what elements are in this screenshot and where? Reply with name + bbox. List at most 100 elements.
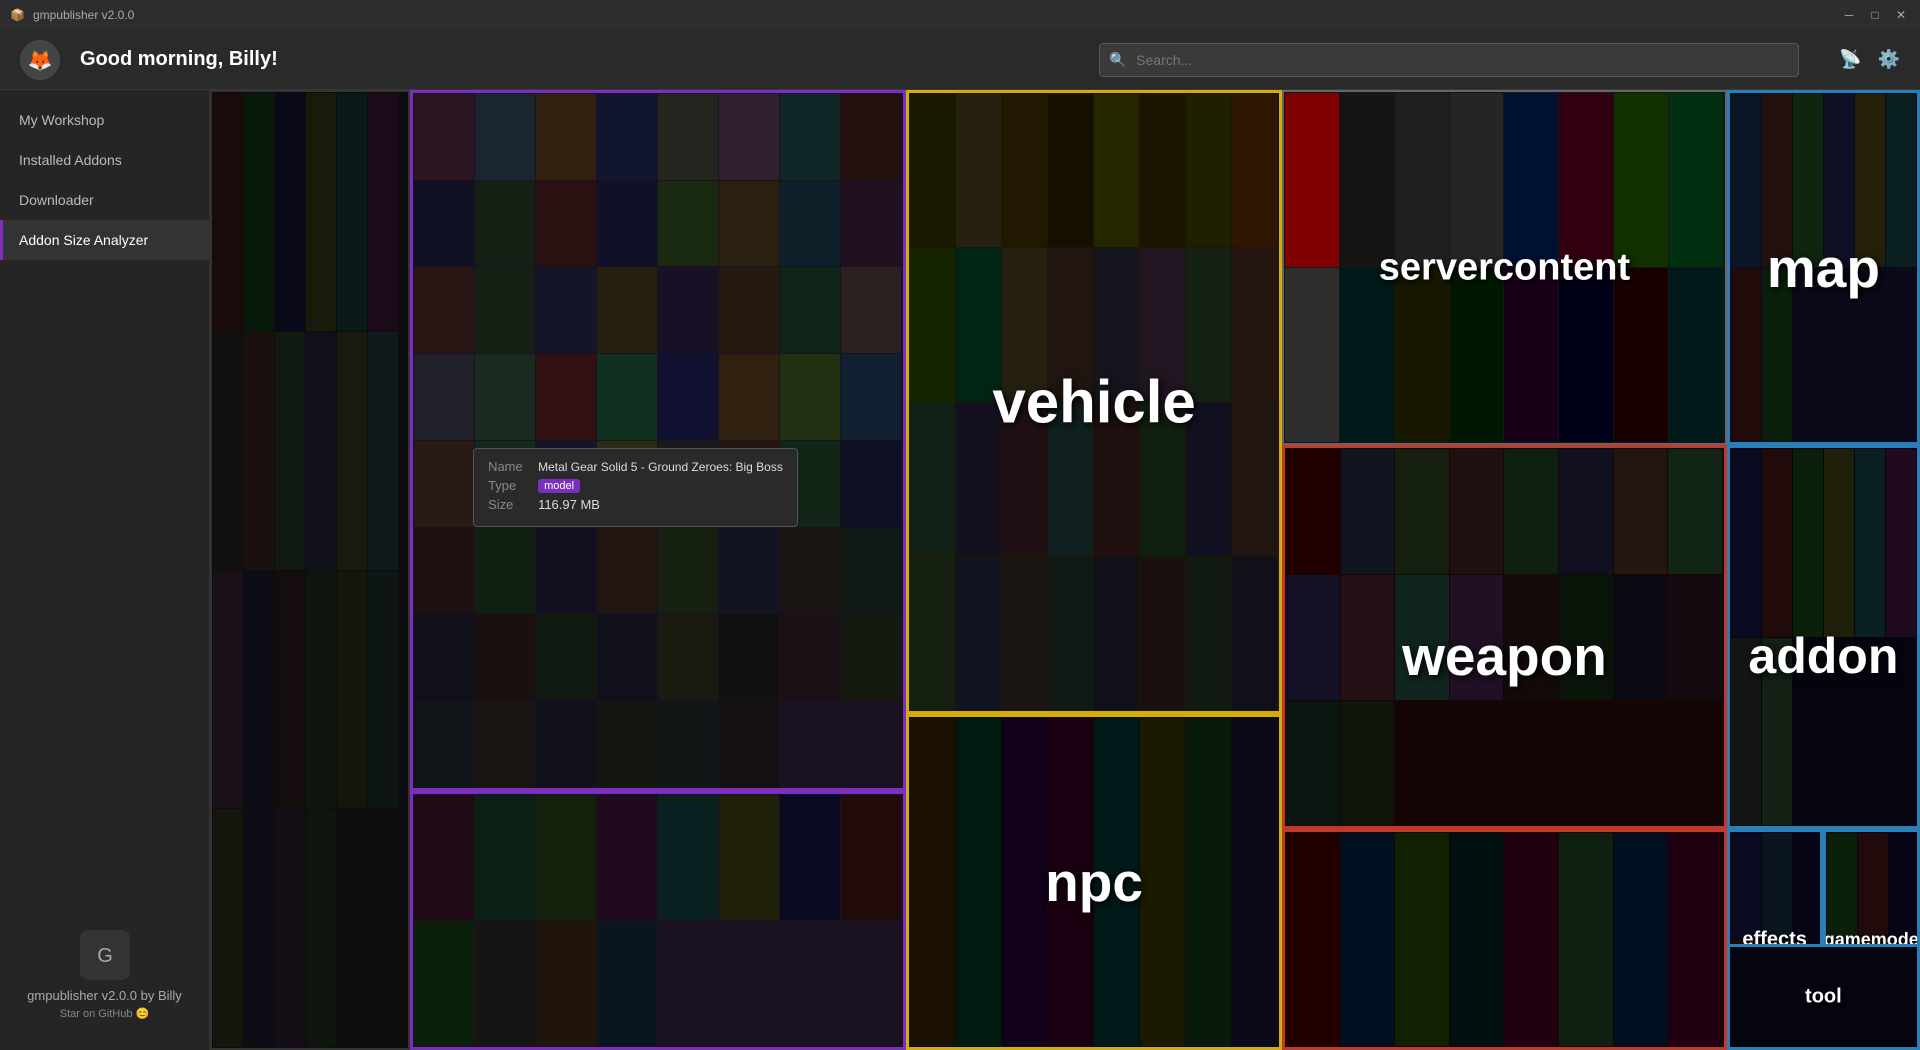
addon-thumb[interactable]	[414, 614, 474, 700]
addon-thumb[interactable]	[1286, 833, 1340, 1046]
addon-thumb[interactable]	[1762, 833, 1792, 939]
addon-thumb[interactable]	[414, 94, 474, 180]
addon-thumb[interactable]	[1793, 449, 1823, 637]
addon-thumb[interactable]	[1614, 93, 1668, 267]
addon-thumb[interactable]	[475, 614, 535, 700]
addon-thumb[interactable]	[658, 267, 718, 353]
addon-thumb[interactable]	[1002, 403, 1047, 556]
sidebar-item-installed-addons[interactable]: Installed Addons	[0, 140, 209, 180]
addon-thumb[interactable]	[780, 441, 840, 527]
addon-thumb[interactable]	[306, 571, 336, 809]
treemap-cell-tool[interactable]: tool	[1727, 944, 1920, 1050]
addon-thumb[interactable]	[719, 181, 779, 267]
addon-thumb[interactable]	[1140, 718, 1185, 1046]
addon-thumb[interactable]	[536, 614, 596, 700]
addon-thumb[interactable]	[414, 921, 474, 1046]
addon-thumb[interactable]	[956, 403, 1001, 556]
addon-thumb[interactable]	[658, 354, 718, 440]
addon-thumb[interactable]	[414, 354, 474, 440]
addon-thumb[interactable]	[475, 354, 535, 440]
addon-thumb[interactable]	[658, 614, 718, 700]
addon-thumb[interactable]	[1669, 93, 1723, 267]
addon-thumb[interactable]	[1762, 94, 1792, 267]
addon-thumb[interactable]	[1450, 833, 1504, 1046]
addon-thumb[interactable]	[841, 528, 901, 614]
addon-thumb[interactable]	[475, 181, 535, 267]
addon-thumb[interactable]	[475, 267, 535, 353]
addon-thumb[interactable]	[213, 93, 243, 331]
addon-thumb[interactable]	[1504, 575, 1558, 700]
addon-thumb[interactable]	[719, 701, 779, 787]
search-bar[interactable]: 🔍	[1099, 43, 1799, 77]
addon-thumb[interactable]	[841, 441, 901, 527]
addon-thumb[interactable]	[780, 267, 840, 353]
addon-thumb[interactable]	[475, 94, 535, 180]
addon-thumb[interactable]	[658, 94, 718, 180]
addon-thumb[interactable]	[956, 248, 1001, 401]
addon-thumb[interactable]	[1614, 268, 1668, 442]
addon-thumb[interactable]	[841, 354, 901, 440]
addon-thumb[interactable]	[414, 267, 474, 353]
addon-thumb[interactable]	[1285, 268, 1339, 442]
addon-thumb[interactable]	[414, 701, 474, 787]
addon-thumb[interactable]	[337, 332, 367, 570]
addon-thumb[interactable]	[1186, 718, 1231, 1046]
treemap-cell-map[interactable]: map	[1727, 90, 1920, 445]
addon-thumb[interactable]	[475, 921, 535, 1046]
addon-thumb[interactable]	[719, 267, 779, 353]
addon-thumb[interactable]	[910, 557, 955, 710]
addon-thumb[interactable]	[368, 571, 398, 809]
addon-thumb[interactable]	[1002, 248, 1047, 401]
addon-thumb[interactable]	[337, 93, 367, 331]
treemap-cell-addon[interactable]: addon	[1727, 445, 1920, 829]
addon-thumb[interactable]	[1232, 718, 1277, 1046]
addon-thumb[interactable]	[719, 441, 779, 527]
addon-thumb[interactable]	[213, 332, 243, 570]
addon-thumb[interactable]	[1341, 449, 1395, 574]
addon-thumb[interactable]	[1504, 449, 1558, 574]
addon-thumb[interactable]	[414, 528, 474, 614]
addon-thumb[interactable]	[1340, 268, 1394, 442]
addon-thumb[interactable]	[1450, 93, 1504, 267]
addon-thumb[interactable]	[306, 332, 336, 570]
addon-thumb[interactable]	[1140, 94, 1185, 247]
addon-thumb[interactable]	[1827, 833, 1857, 939]
addon-thumb[interactable]	[780, 354, 840, 440]
addon-thumb[interactable]	[1855, 94, 1885, 267]
minimize-button[interactable]: ─	[1840, 6, 1858, 24]
addon-thumb[interactable]	[475, 528, 535, 614]
addon-thumb[interactable]	[475, 441, 535, 527]
addon-thumb[interactable]	[658, 441, 718, 527]
treemap-cell-vehicle[interactable]: vehicle	[906, 90, 1282, 714]
addon-thumb[interactable]	[597, 441, 657, 527]
addon-thumb[interactable]	[414, 181, 474, 267]
addon-thumb[interactable]	[780, 795, 840, 920]
treemap-cell-weapon-lower[interactable]	[1282, 829, 1727, 1050]
addon-thumb[interactable]	[1504, 268, 1558, 442]
addon-thumb[interactable]	[1614, 575, 1668, 700]
maximize-button[interactable]: □	[1866, 6, 1884, 24]
addon-thumb[interactable]	[1559, 449, 1613, 574]
addon-thumb[interactable]	[1504, 833, 1558, 1046]
addon-thumb[interactable]	[1559, 93, 1613, 267]
addon-thumb[interactable]	[1094, 248, 1139, 401]
treemap-cell-model-lower[interactable]	[410, 791, 906, 1050]
addon-thumb[interactable]	[1614, 833, 1668, 1046]
addon-thumb[interactable]	[414, 441, 474, 527]
addon-thumb[interactable]	[337, 571, 367, 809]
addon-thumb[interactable]	[244, 809, 274, 1047]
sidebar-item-addon-size-analyzer[interactable]: Addon Size Analyzer	[0, 220, 209, 260]
addon-thumb[interactable]	[841, 614, 901, 700]
addon-thumb[interactable]	[1668, 449, 1722, 574]
addon-thumb[interactable]	[536, 94, 596, 180]
addon-thumb[interactable]	[1232, 94, 1277, 247]
addon-thumb[interactable]	[1048, 557, 1093, 710]
addon-thumb[interactable]	[1559, 833, 1613, 1046]
addon-thumb[interactable]	[368, 332, 398, 570]
close-button[interactable]: ✕	[1892, 6, 1910, 24]
addon-thumb[interactable]	[414, 795, 474, 920]
addon-thumb[interactable]	[910, 403, 955, 556]
addon-thumb[interactable]	[1286, 449, 1340, 574]
addon-thumb[interactable]	[1340, 93, 1394, 267]
addon-thumb[interactable]	[275, 332, 305, 570]
